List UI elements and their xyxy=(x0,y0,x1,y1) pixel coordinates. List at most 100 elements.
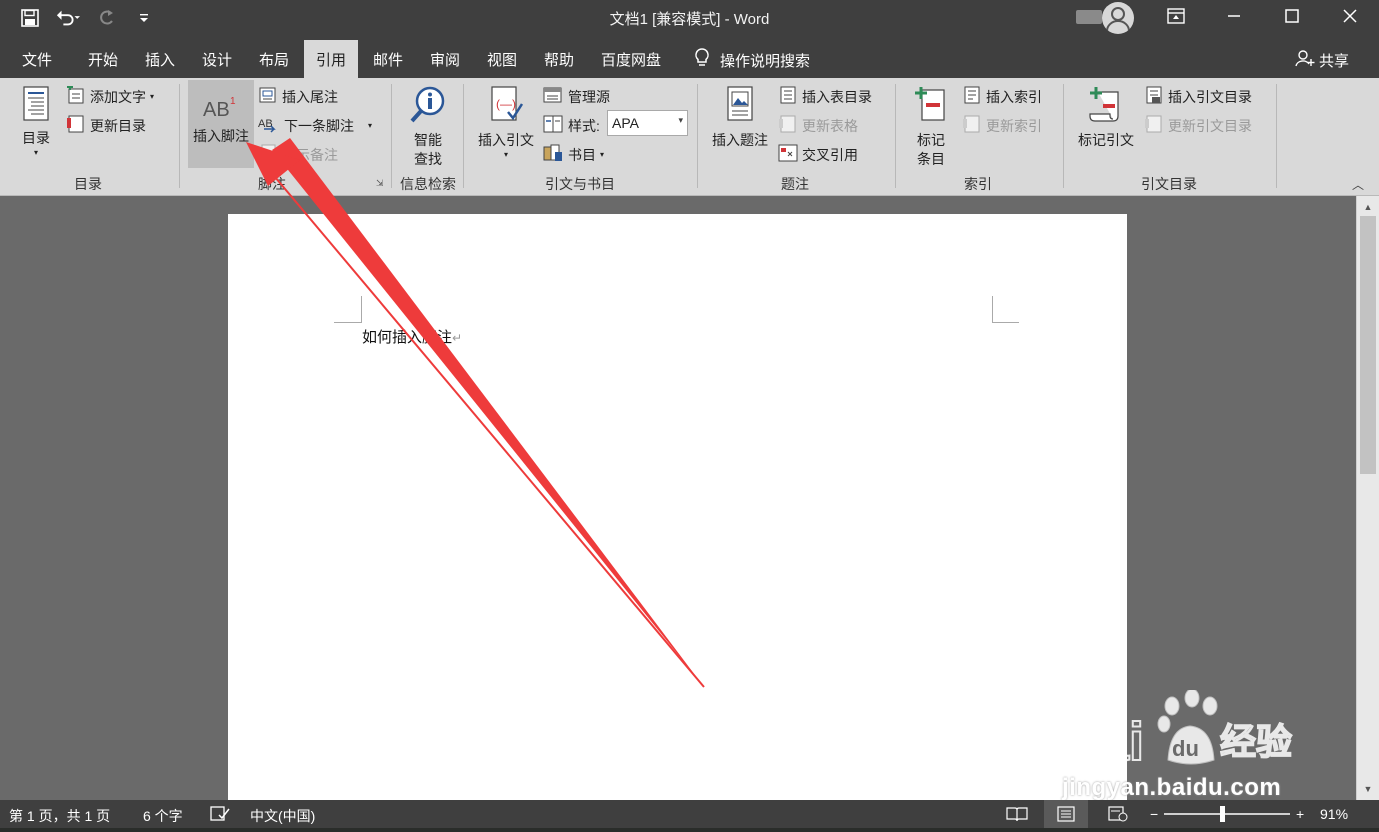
update-table-icon xyxy=(778,115,798,136)
status-bar: 第 1 页，共 1 页 6 个字 中文(中国) − + 91% xyxy=(0,800,1379,828)
page-count[interactable]: 第 1 页，共 1 页 xyxy=(9,806,110,826)
chevron-down-icon: ▾ xyxy=(33,148,38,157)
group-separator xyxy=(1276,84,1277,188)
cross-reference-icon xyxy=(778,144,798,165)
scroll-thumb[interactable] xyxy=(1360,216,1376,474)
scroll-down-icon[interactable]: ▼ xyxy=(1361,782,1375,796)
mark-citation-icon xyxy=(1072,86,1140,129)
mark-entry-button[interactable]: 标记 条目 xyxy=(904,86,958,169)
tab-home[interactable]: 开始 xyxy=(88,49,118,70)
insert-table-of-authorities-button[interactable]: 插入引文目录 xyxy=(1144,86,1252,107)
tab-file[interactable]: 文件 xyxy=(22,49,52,70)
insert-table-of-figures-button[interactable]: 插入表目录 xyxy=(778,86,872,107)
manage-sources-button[interactable]: 管理源 xyxy=(542,86,610,107)
tab-baidu-netdisk[interactable]: 百度网盘 xyxy=(601,49,661,70)
watermark-brand-du: du xyxy=(1172,736,1199,761)
dialog-launcher-icon[interactable]: ⇲ xyxy=(376,178,384,189)
tab-layout[interactable]: 布局 xyxy=(259,49,289,70)
chevron-down-icon: ▾ xyxy=(150,92,155,101)
svg-text:1: 1 xyxy=(230,96,236,107)
document-body-text[interactable]: 如何插入脚注↵ xyxy=(362,326,462,347)
mark-citation-button[interactable]: 标记引文 xyxy=(1072,86,1140,150)
tab-references[interactable]: 引用 xyxy=(304,40,359,78)
collapse-ribbon-icon[interactable]: ︿ xyxy=(1352,176,1364,193)
group-separator xyxy=(391,84,392,188)
update-toc-icon xyxy=(66,115,86,136)
web-layout-icon[interactable] xyxy=(1108,806,1128,825)
proofing-icon[interactable] xyxy=(210,806,230,825)
insert-citation-icon: (—) xyxy=(474,86,538,129)
svg-text:AB: AB xyxy=(203,99,230,120)
insert-index-button[interactable]: 插入索引 xyxy=(962,86,1042,107)
update-index-button[interactable]: 更新索引 xyxy=(962,115,1042,136)
print-layout-icon[interactable] xyxy=(1044,800,1088,828)
group-label-footnotes: 脚注 xyxy=(258,176,286,192)
share-label: 共享 xyxy=(1318,52,1349,70)
show-notes-label: 显示备注 xyxy=(282,146,338,163)
next-footnote-button[interactable]: AB 下一条脚注 ▾ xyxy=(258,115,372,136)
style-label: 样式: xyxy=(568,117,600,134)
tab-view[interactable]: 视图 xyxy=(487,49,517,70)
update-toa-icon xyxy=(1144,115,1164,136)
chevron-down-icon: ▾ xyxy=(678,115,683,125)
document-line-text: 如何插入脚注 xyxy=(362,329,453,346)
citation-style-value: APA xyxy=(612,115,639,131)
footnote-ab-icon: AB 1 xyxy=(188,94,254,125)
maximize-icon[interactable] xyxy=(1263,0,1321,32)
update-table-of-authorities-button[interactable]: 更新引文目录 xyxy=(1144,115,1252,136)
zoom-out-button[interactable]: − xyxy=(1150,806,1158,822)
show-notes-button[interactable]: 显示备注 xyxy=(258,144,338,165)
margin-corner-mark xyxy=(992,296,1019,323)
scroll-up-icon[interactable]: ▲ xyxy=(1361,200,1375,214)
word-count[interactable]: 6 个字 xyxy=(143,806,183,826)
group-label-citations: 引文与书目 xyxy=(545,176,615,192)
insert-footnote-button[interactable]: AB 1 插入脚注 xyxy=(188,94,254,146)
zoom-level[interactable]: 91% xyxy=(1320,806,1348,822)
citation-style-dropdown[interactable]: APA ▾ xyxy=(607,110,688,136)
tab-mailings[interactable]: 邮件 xyxy=(373,49,403,70)
ribbon-references: 目录 ▾ 添加文字 ▾ 更新目录 目录 AB 1 插入脚注 插入尾注 AB 下一条… xyxy=(0,78,1379,196)
lightbulb-icon xyxy=(694,48,710,72)
cross-reference-button[interactable]: 交叉引用 xyxy=(778,144,858,165)
smart-lookup-button[interactable]: 智能 查找 xyxy=(400,86,456,169)
tell-me-label: 操作说明搜索 xyxy=(720,52,811,70)
add-text-label: 添加文字 xyxy=(90,88,146,105)
watermark-cn: 经验 xyxy=(1220,722,1292,763)
vertical-scrollbar[interactable]: ▲ ▼ xyxy=(1356,196,1379,800)
share-button[interactable]: 共享 xyxy=(1295,49,1349,71)
user-avatar[interactable] xyxy=(1102,2,1134,34)
bibliography-button[interactable]: 书目 ▾ xyxy=(542,144,604,165)
insert-caption-label: 插入题注 xyxy=(712,132,768,148)
insert-caption-button[interactable]: 插入题注 xyxy=(706,86,774,150)
group-separator xyxy=(1063,84,1064,188)
add-text-button[interactable]: 添加文字 ▾ xyxy=(66,84,155,107)
update-table-button[interactable]: 更新表格 xyxy=(778,115,858,136)
svg-text:(—): (—) xyxy=(496,97,516,111)
toc-label: 目录 xyxy=(22,130,50,146)
tab-design[interactable]: 设计 xyxy=(202,49,232,70)
tab-help[interactable]: 帮助 xyxy=(544,49,574,70)
minimize-icon[interactable] xyxy=(1205,0,1263,32)
zoom-in-button[interactable]: + xyxy=(1296,806,1304,822)
chevron-down-icon: ▾ xyxy=(368,121,373,130)
window-controls xyxy=(1147,0,1379,32)
bibliography-label: 书目 xyxy=(568,146,596,163)
chevron-down-icon: ▾ xyxy=(503,150,508,159)
update-toc-button[interactable]: 更新目录 xyxy=(66,115,146,136)
tab-review[interactable]: 审阅 xyxy=(430,49,460,70)
read-mode-icon[interactable] xyxy=(1006,806,1028,825)
zoom-slider-track[interactable] xyxy=(1164,813,1290,815)
ribbon-display-options-icon[interactable] xyxy=(1147,0,1205,32)
add-text-icon xyxy=(66,84,86,107)
insert-citation-button[interactable]: (—) 插入引文 ▾ xyxy=(474,86,538,160)
toc-button[interactable]: 目录 ▾ xyxy=(14,86,58,158)
update-index-label: 更新索引 xyxy=(986,117,1042,134)
tell-me-search[interactable]: 操作说明搜索 xyxy=(694,48,810,72)
group-label-captions: 题注 xyxy=(781,176,809,192)
tab-insert[interactable]: 插入 xyxy=(145,49,175,70)
mark-entry-label-2: 条目 xyxy=(917,151,945,167)
language-indicator[interactable]: 中文(中国) xyxy=(250,806,315,826)
zoom-slider-thumb[interactable] xyxy=(1220,806,1225,822)
insert-endnote-button[interactable]: 插入尾注 xyxy=(258,86,338,107)
close-icon[interactable] xyxy=(1321,0,1379,32)
